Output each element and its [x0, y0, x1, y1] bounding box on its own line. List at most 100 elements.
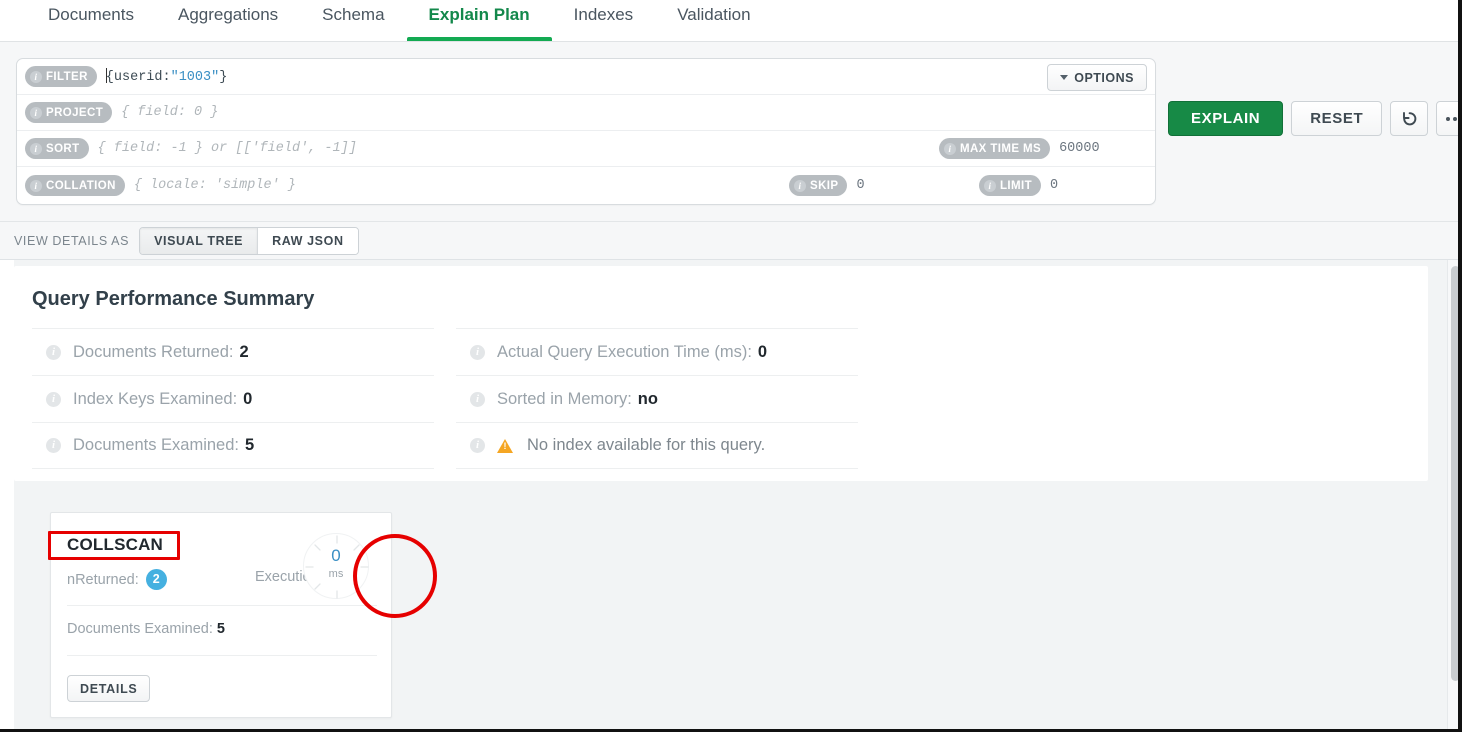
summary-value: 0 [757, 342, 768, 361]
tab-validation[interactable]: Validation [655, 0, 772, 41]
options-toggle-button[interactable]: OPTIONS [1047, 64, 1147, 91]
window-right-edge [1458, 0, 1462, 732]
skip-pill[interactable]: i SKIP [789, 175, 848, 196]
explain-plan-screen: Documents Aggregations Schema Explain Pl… [0, 0, 1462, 732]
tab-documents[interactable]: Documents [26, 0, 156, 41]
summary-row-index-warning: i No index available for this query. [456, 422, 858, 469]
info-icon: i [30, 106, 42, 119]
view-details-bar: VIEW DETAILS AS VISUAL TREE RAW JSON [0, 222, 1462, 260]
summary-row-sorted-in-memory: i Sorted in Memory: no [456, 375, 858, 422]
summary-column-left: i Documents Returned: 2 i Index Keys Exa… [32, 328, 434, 469]
query-history-button[interactable] [1390, 101, 1429, 136]
sort-input[interactable]: { field: -1 } or [['field', -1]] [98, 141, 357, 156]
tab-indexes[interactable]: Indexes [552, 0, 656, 41]
tab-validation-label: Validation [677, 5, 751, 24]
clock-ticks-icon [305, 535, 369, 599]
chevron-down-icon [1060, 75, 1069, 80]
summary-value: 0 [243, 389, 253, 408]
tab-aggregations-label: Aggregations [177, 5, 279, 24]
explain-plan-content: Query Performance Summary i Documents Re… [0, 260, 1462, 732]
filter-pill-label: FILTER [46, 70, 88, 83]
filter-input[interactable]: {userid:"1003"} [105, 68, 228, 85]
limit-group: i LIMIT 0 [979, 175, 1058, 196]
max-time-ms-label: MAX TIME MS [960, 142, 1042, 155]
gauge-value: 0 [331, 546, 341, 565]
summary-row-documents-examined: i Documents Examined: 5 [32, 422, 434, 469]
summary-label: Actual Query Execution Time (ms): [497, 342, 752, 361]
explain-button[interactable]: EXPLAIN [1168, 101, 1284, 136]
summary-row-index-keys-examined: i Index Keys Examined: 0 [32, 375, 434, 422]
summary-value: 5 [245, 436, 255, 454]
project-input[interactable]: { field: 0 } [121, 105, 218, 120]
warning-icon [497, 438, 513, 453]
tab-schema[interactable]: Schema [300, 0, 406, 41]
query-row-sort: i SORT { field: -1 } or [['field', -1]] … [17, 131, 1155, 167]
divider [67, 605, 377, 606]
view-mode-raw-json[interactable]: RAW JSON [257, 227, 358, 254]
view-mode-visual-tree[interactable]: VISUAL TREE [140, 227, 258, 254]
project-pill[interactable]: i PROJECT [25, 102, 113, 123]
query-row-collation: i COLLATION { locale: 'simple' } i SKIP … [17, 167, 1155, 204]
query-row-project: i PROJECT { field: 0 } [17, 95, 1155, 131]
view-mode-toggle: VISUAL TREE RAW JSON [139, 226, 359, 255]
info-icon[interactable]: i [46, 344, 61, 360]
info-icon: i [984, 179, 996, 192]
content-left-gutter [0, 260, 14, 732]
summary-label: Sorted in Memory: [497, 389, 632, 408]
collation-pill-label: COLLATION [46, 179, 116, 192]
reset-button-label: RESET [1310, 110, 1364, 127]
info-icon[interactable]: i [470, 391, 485, 407]
summary-value: 2 [239, 342, 249, 361]
tab-explain-plan[interactable]: Explain Plan [406, 0, 552, 41]
tab-explain-plan-label: Explain Plan [428, 5, 530, 24]
query-row-filter: i FILTER {userid:"1003"} OPTIONS [17, 59, 1155, 95]
nreturned-badge: 2 [145, 569, 167, 590]
filter-value-prefix: {userid: [105, 70, 171, 85]
summary-row-documents-returned: i Documents Returned: 2 [32, 328, 434, 375]
info-icon: i [30, 142, 42, 155]
stage-details-label: DETAILS [80, 681, 138, 696]
filter-pill[interactable]: i FILTER [25, 66, 97, 87]
reset-button[interactable]: RESET [1291, 101, 1383, 136]
stage-documents-examined: Documents Examined: 5 [67, 621, 225, 637]
info-icon[interactable]: i [46, 391, 61, 407]
sort-pill-label: SORT [46, 142, 80, 155]
summary-title: Query Performance Summary [32, 288, 315, 310]
stage-details-button[interactable]: DETAILS [67, 675, 151, 702]
nreturned-label: nReturned: [67, 571, 139, 588]
info-icon[interactable]: i [46, 438, 61, 453]
history-icon [1402, 112, 1417, 126]
query-performance-summary-card: Query Performance Summary i Documents Re… [14, 266, 1428, 481]
tab-documents-label: Documents [48, 5, 134, 24]
summary-label: Documents Returned: [73, 342, 234, 361]
sort-pill[interactable]: i SORT [25, 138, 89, 159]
stage-name: COLLSCAN [67, 535, 164, 554]
limit-label: LIMIT [1000, 179, 1033, 192]
query-builder: i FILTER {userid:"1003"} OPTIONS i PROJE… [16, 58, 1156, 205]
skip-group: i SKIP 0 [789, 175, 865, 196]
filter-value-suffix: } [219, 70, 228, 85]
info-icon[interactable]: i [470, 438, 485, 453]
max-time-ms-group: i MAX TIME MS 60000 [939, 138, 1100, 159]
collation-input[interactable]: { locale: 'simple' } [134, 178, 296, 193]
execution-time-gauge: 0 ms [303, 533, 369, 599]
project-pill-label: PROJECT [46, 106, 104, 119]
max-time-ms-pill[interactable]: i MAX TIME MS [939, 138, 1051, 159]
filter-value-string: "1003" [170, 70, 220, 85]
index-warning-text: No index available for this query. [527, 436, 766, 454]
skip-input[interactable]: 0 [856, 178, 864, 193]
collation-pill[interactable]: i COLLATION [25, 175, 125, 196]
query-action-buttons: EXPLAIN RESET [1168, 101, 1462, 136]
summary-label: Documents Examined: [73, 436, 239, 454]
info-icon[interactable]: i [470, 344, 485, 360]
limit-pill[interactable]: i LIMIT [979, 175, 1042, 196]
tab-aggregations[interactable]: Aggregations [156, 0, 300, 41]
summary-column-right: i Actual Query Execution Time (ms): 0 i … [456, 328, 858, 469]
info-icon: i [30, 70, 42, 83]
options-toggle-label: OPTIONS [1074, 70, 1134, 85]
max-time-ms-input[interactable]: 60000 [1059, 141, 1100, 156]
limit-input[interactable]: 0 [1050, 178, 1058, 193]
tab-indexes-label: Indexes [573, 5, 634, 24]
query-bar-region: i FILTER {userid:"1003"} OPTIONS i PROJE… [0, 42, 1462, 222]
skip-label: SKIP [810, 179, 839, 192]
